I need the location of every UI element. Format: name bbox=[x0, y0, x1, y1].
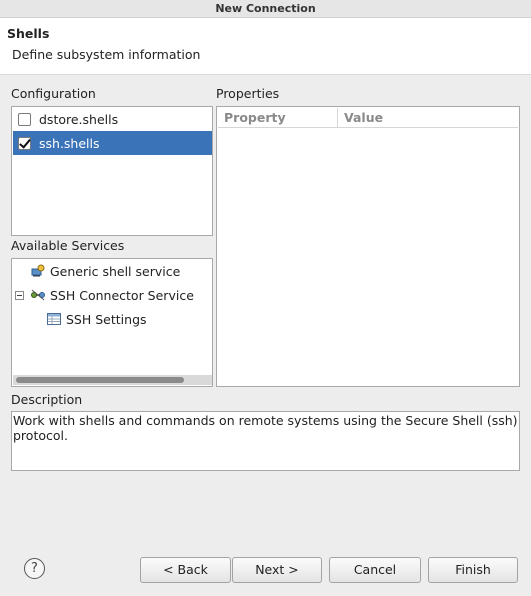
tree-item-label: SSH Connector Service bbox=[50, 287, 194, 303]
wizard-header: Shells Define subsystem information bbox=[0, 18, 531, 75]
tree-item-ssh-connector-service[interactable]: SSH Connector Service bbox=[15, 283, 194, 307]
cancel-button[interactable]: Cancel bbox=[329, 557, 421, 583]
properties-table-header: Property Value bbox=[218, 108, 518, 128]
column-header-value[interactable]: Value bbox=[338, 108, 383, 128]
properties-label: Properties bbox=[216, 86, 280, 101]
finish-button[interactable]: Finish bbox=[428, 557, 518, 583]
page-title: Shells bbox=[7, 26, 50, 41]
config-item-label: dstore.shells bbox=[39, 111, 119, 127]
horizontal-scrollbar[interactable] bbox=[13, 375, 212, 385]
collapse-icon[interactable] bbox=[15, 290, 24, 300]
configuration-label: Configuration bbox=[11, 86, 96, 101]
help-button[interactable]: ? bbox=[24, 558, 45, 579]
connector-service-icon bbox=[30, 287, 46, 303]
available-services-label: Available Services bbox=[11, 238, 125, 253]
services-tree[interactable]: Generic shell service SSH Connector Serv… bbox=[11, 258, 213, 387]
tree-item-generic-shell-service[interactable]: Generic shell service bbox=[30, 259, 180, 283]
configuration-list[interactable]: dstore.shells ssh.shells bbox=[11, 106, 213, 236]
column-header-property[interactable]: Property bbox=[218, 108, 338, 128]
scrollbar-thumb[interactable] bbox=[16, 377, 184, 383]
window-title: New Connection bbox=[0, 0, 531, 18]
config-item-ssh-shells[interactable]: ssh.shells bbox=[13, 131, 212, 155]
properties-table[interactable]: Property Value bbox=[216, 106, 520, 387]
config-item-label: ssh.shells bbox=[39, 135, 100, 151]
description-label: Description bbox=[11, 392, 83, 407]
tree-item-label: Generic shell service bbox=[50, 263, 181, 279]
description-text: Work with shells and commands on remote … bbox=[11, 411, 520, 471]
page-description: Define subsystem information bbox=[12, 47, 201, 62]
dstore-shells-checkbox[interactable] bbox=[18, 112, 31, 126]
settings-table-icon bbox=[46, 311, 62, 327]
next-button[interactable]: Next > bbox=[232, 557, 322, 583]
back-button[interactable]: < Back bbox=[140, 557, 231, 583]
config-item-dstore-shells[interactable]: dstore.shells bbox=[13, 107, 212, 131]
ssh-shells-checkbox[interactable] bbox=[18, 136, 31, 150]
tree-item-label: SSH Settings bbox=[66, 311, 147, 327]
shell-service-icon bbox=[30, 263, 46, 279]
tree-item-ssh-settings[interactable]: SSH Settings bbox=[46, 307, 147, 331]
